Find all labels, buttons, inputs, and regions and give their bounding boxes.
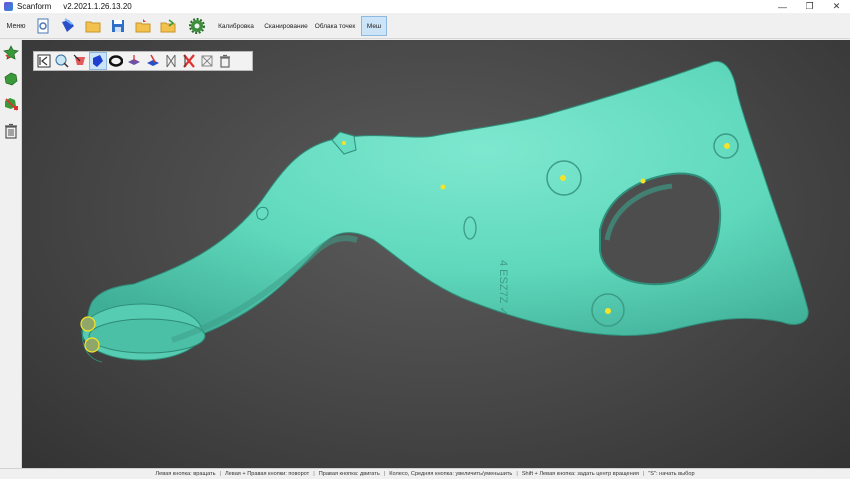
hint-turn: Левая + Правая кнопки: поворот: [225, 471, 310, 477]
marker-dot: [560, 175, 566, 181]
title-bar: Scanform v2.2021.1.26.13.20 — ❐ ✕: [0, 0, 850, 13]
minimize-button[interactable]: —: [769, 0, 796, 13]
marker-dot: [724, 143, 730, 149]
plane-cut-icon[interactable]: [145, 53, 161, 69]
save-icon[interactable]: [108, 16, 128, 36]
tab-mesh[interactable]: Меш: [361, 16, 387, 36]
menu-button[interactable]: Меню: [2, 16, 30, 36]
mesh-green-icon[interactable]: [2, 70, 20, 88]
app-name: Scanform: [17, 2, 52, 11]
open-folder-icon[interactable]: [83, 16, 103, 36]
open-project-icon[interactable]: [133, 16, 153, 36]
window-controls: — ❐ ✕: [769, 0, 850, 13]
app-version: v2.2021.1.26.13.20: [63, 2, 132, 11]
app-logo-icon: [4, 2, 13, 11]
hint-zoom: Колесо, Средняя кнопка: увеличить/уменьш…: [389, 471, 513, 477]
settings-icon[interactable]: [187, 16, 207, 36]
tab-calibration[interactable]: Калибровка: [215, 16, 257, 36]
select-points-icon[interactable]: [72, 53, 88, 69]
mesh-edit-icon[interactable]: [2, 95, 20, 113]
fill-holes-icon[interactable]: [89, 52, 108, 70]
remove-spikes-icon[interactable]: [163, 53, 179, 69]
3d-viewport[interactable]: 4 ESZ7Z ✓: [22, 40, 850, 468]
tab-point-clouds[interactable]: Облака точек: [313, 16, 357, 36]
flip-normals-icon[interactable]: [126, 53, 142, 69]
export-icon[interactable]: [158, 16, 178, 36]
ring-icon[interactable]: [108, 53, 124, 69]
mesh-tools-panel: [33, 51, 253, 71]
decimate-icon[interactable]: [199, 53, 215, 69]
scanned-mesh[interactable]: 4 ESZ7Z ✓: [22, 40, 850, 468]
part-engraving: 4 ESZ7Z ✓: [497, 260, 509, 316]
tab-scanning[interactable]: Сканирование: [263, 16, 309, 36]
collapse-panel-icon[interactable]: [36, 53, 52, 69]
close-button[interactable]: ✕: [823, 0, 850, 13]
marker-dot: [605, 308, 611, 314]
hint-center: Shift + Левая кнопка: задать центр враще…: [521, 471, 639, 477]
marker-dot: [440, 184, 446, 190]
status-bar: Левая кнопка: вращать | Левая + Правая к…: [0, 468, 850, 479]
trash-icon[interactable]: [217, 53, 233, 69]
hint-rotate: Левая кнопка: вращать: [155, 471, 216, 477]
import-icon[interactable]: [58, 16, 78, 36]
new-project-icon[interactable]: [33, 16, 53, 36]
mesh-add-icon[interactable]: [2, 44, 20, 62]
marker-dot: [640, 178, 646, 184]
maximize-button[interactable]: ❐: [796, 0, 823, 13]
marker-dot: [342, 141, 346, 145]
left-panel: [0, 40, 22, 468]
trash-icon[interactable]: [2, 122, 20, 140]
main-toolbar: Меню Калибровка Сканирование Облака точе…: [0, 13, 850, 39]
bolt-head: [84, 337, 100, 353]
bolt-head: [80, 316, 96, 332]
hint-pan: Правая кнопка: двигать: [318, 471, 380, 477]
view-fit-icon[interactable]: [54, 53, 70, 69]
hint-select: "S": начать выбор: [648, 471, 695, 477]
delete-selected-icon[interactable]: [181, 53, 197, 69]
